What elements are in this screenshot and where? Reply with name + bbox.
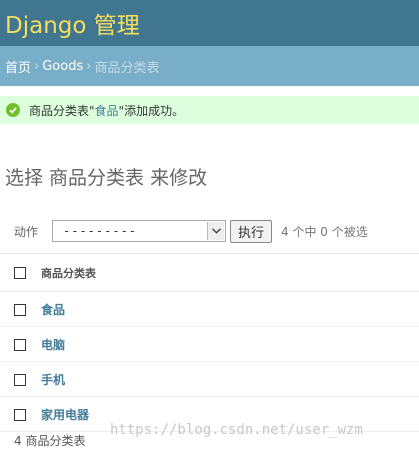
row-cell: 食品 (40, 291, 419, 327)
success-message: 商品分类表" 食品 "添加成功。 (0, 96, 419, 124)
chevron-down-icon[interactable] (207, 222, 224, 240)
breadcrumb: 首页 › Goods › 商品分类表 (0, 46, 419, 86)
breadcrumb-current: 商品分类表 (94, 60, 160, 76)
table-row: 电脑 (0, 326, 419, 362)
row-checkbox-cell (0, 361, 40, 397)
page-title: 选择 商品分类表 来修改 (5, 167, 208, 189)
row-checkbox-cell (0, 396, 40, 432)
select-all-checkbox[interactable] (14, 267, 26, 279)
table-header-row: 商品分类表 (0, 253, 419, 292)
column-header-label: 商品分类表 (41, 266, 96, 280)
row-link[interactable]: 电脑 (41, 338, 65, 352)
site-header: Django 管理 (0, 0, 419, 46)
select-all-cell (0, 253, 40, 292)
breadcrumb-home[interactable]: 首页 (5, 57, 31, 76)
check-circle-icon (6, 103, 20, 117)
run-action-button[interactable]: 执行 (230, 219, 273, 243)
row-cell: 电脑 (40, 326, 419, 362)
result-table: 商品分类表 食品 电脑 手机 家用电器 (0, 253, 419, 432)
breadcrumb-separator: › (34, 58, 40, 74)
action-label: 动作 (14, 224, 39, 239)
table-row: 手机 (0, 361, 419, 397)
row-cell: 手机 (40, 361, 419, 397)
row-checkbox[interactable] (14, 408, 26, 421)
row-link[interactable]: 食品 (41, 303, 65, 317)
breadcrumb-separator: › (86, 58, 92, 74)
actions-bar: 动作 --------- 执行 4 个中 0 个被选 (0, 216, 419, 246)
table-row: 食品 (0, 291, 419, 327)
row-checkbox[interactable] (14, 303, 26, 316)
row-link[interactable]: 手机 (41, 373, 65, 387)
row-checkbox[interactable] (14, 338, 26, 351)
row-checkbox-cell (0, 291, 40, 327)
breadcrumb-app[interactable]: Goods (42, 59, 83, 74)
row-link[interactable]: 家用电器 (41, 408, 89, 422)
message-object-link[interactable]: 食品 (95, 102, 119, 119)
selection-counter: 4 个中 0 个被选 (281, 224, 368, 239)
action-select[interactable]: --------- (52, 220, 226, 242)
watermark: https://blog.csdn.net/user_wzm (110, 422, 363, 438)
site-title[interactable]: Django 管理 (5, 6, 140, 40)
message-prefix: 商品分类表" (29, 103, 95, 118)
row-checkbox-cell (0, 326, 40, 362)
message-suffix: "添加成功。 (118, 103, 185, 118)
row-checkbox[interactable] (14, 373, 26, 386)
action-select-value: --------- (63, 224, 138, 238)
paginator: 4 商品分类表 (14, 434, 86, 448)
column-header[interactable]: 商品分类表 (40, 253, 419, 292)
